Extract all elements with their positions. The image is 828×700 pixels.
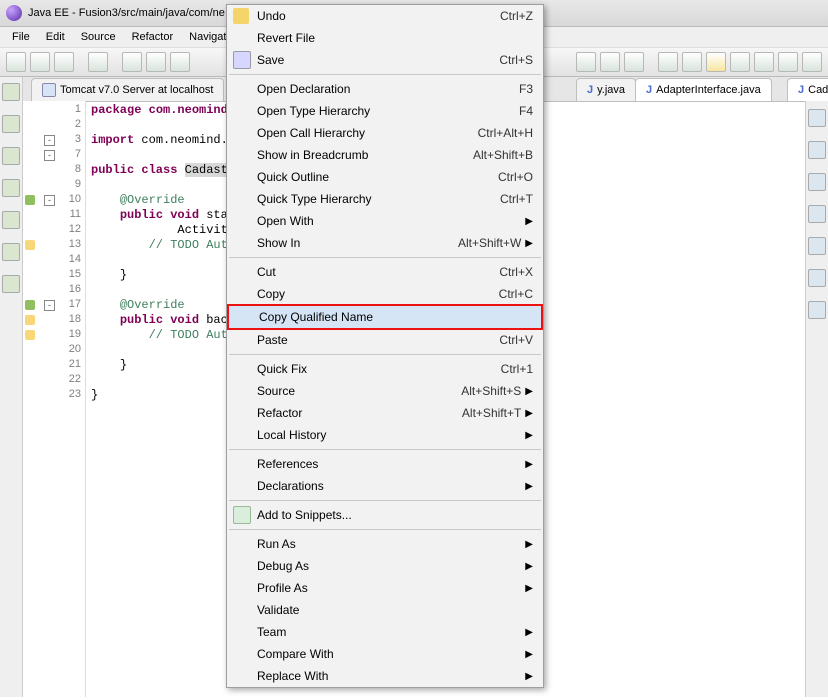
view-console-icon[interactable] — [808, 301, 826, 319]
ctx-save[interactable]: SaveCtrl+S — [227, 49, 543, 71]
ctx-open-call-hierarchy[interactable]: Open Call HierarchyCtrl+Alt+H — [227, 122, 543, 144]
ctx-undo[interactable]: UndoCtrl+Z — [227, 5, 543, 27]
submenu-arrow-icon: ▶ — [525, 539, 533, 550]
gutter: 1237891011121314151617181920212223---- — [23, 101, 86, 697]
java-file-icon: J — [587, 84, 593, 96]
menu-edit[interactable]: Edit — [38, 29, 73, 45]
server-icon — [42, 83, 56, 97]
submenu-arrow-icon: ▶ — [525, 386, 533, 397]
java-file-icon: J — [798, 84, 804, 96]
ctx-open-type-hierarchy[interactable]: Open Type HierarchyF4 — [227, 100, 543, 122]
code-line-1: package com.neomind.f — [91, 103, 242, 117]
ctx-cut[interactable]: CutCtrl+X — [227, 261, 543, 283]
view-palette-icon[interactable] — [808, 173, 826, 191]
submenu-arrow-icon: ▶ — [525, 408, 533, 419]
toolbar-newserver-icon[interactable] — [576, 52, 596, 72]
ctx-show-breadcrumb[interactable]: Show in BreadcrumbAlt+Shift+B — [227, 144, 543, 166]
view-outline2-icon[interactable] — [808, 109, 826, 127]
ctx-validate[interactable]: Validate — [227, 599, 543, 621]
ctx-paste[interactable]: PasteCtrl+V — [227, 329, 543, 351]
toolbar-runext-icon[interactable] — [170, 52, 190, 72]
view-progress-icon[interactable] — [808, 269, 826, 287]
menu-refactor[interactable]: Refactor — [124, 29, 182, 45]
left-view-rail — [0, 77, 23, 697]
submenu-arrow-icon: ▶ — [525, 459, 533, 470]
ctx-copy[interactable]: CopyCtrl+C — [227, 283, 543, 305]
view-tasklist-icon[interactable] — [808, 141, 826, 159]
ctx-refactor[interactable]: RefactorAlt+Shift+T▶ — [227, 402, 543, 424]
right-view-rail — [805, 101, 828, 697]
tab-cadastra[interactable]: JCadastra — [787, 78, 828, 101]
ctx-local-history[interactable]: Local History▶ — [227, 424, 543, 446]
ctx-profile-as[interactable]: Profile As▶ — [227, 577, 543, 599]
tab-server[interactable]: Tomcat v7.0 Server at localhost — [31, 78, 224, 101]
view-project-icon[interactable] — [2, 83, 20, 101]
toolbar-type-icon[interactable] — [624, 52, 644, 72]
view-snippets-icon[interactable] — [2, 243, 20, 261]
submenu-arrow-icon: ▶ — [525, 216, 533, 227]
toolbar-annotation-icon[interactable] — [682, 52, 702, 72]
java-file-icon: J — [646, 84, 652, 96]
menu-file[interactable]: File — [4, 29, 38, 45]
ctx-copy-qualified-name[interactable]: Copy Qualified Name — [229, 306, 541, 328]
ctx-replace-with[interactable]: Replace With▶ — [227, 665, 543, 687]
toolbar-save-icon[interactable] — [30, 52, 50, 72]
ctx-quick-outline[interactable]: Quick OutlineCtrl+O — [227, 166, 543, 188]
context-menu: UndoCtrl+Z Revert File SaveCtrl+S Open D… — [226, 4, 544, 688]
toolbar-outline-icon[interactable] — [754, 52, 774, 72]
ctx-declarations[interactable]: Declarations▶ — [227, 475, 543, 497]
ctx-open-declaration[interactable]: Open DeclarationF3 — [227, 78, 543, 100]
toolbar-task-icon[interactable] — [730, 52, 750, 72]
toolbar-build-icon[interactable] — [88, 52, 108, 72]
ctx-revert-file[interactable]: Revert File — [227, 27, 543, 49]
undo-icon — [233, 8, 249, 24]
tab-yjava[interactable]: Jy.java — [576, 78, 636, 101]
save-icon — [233, 51, 251, 69]
toolbar-marker-icon[interactable] — [706, 52, 726, 72]
view-navigator-icon[interactable] — [2, 115, 20, 133]
toolbar-link-icon[interactable] — [802, 52, 822, 72]
ctx-show-in[interactable]: Show InAlt+Shift+W▶ — [227, 232, 543, 254]
toolbar-debug-icon[interactable] — [122, 52, 142, 72]
submenu-arrow-icon: ▶ — [525, 430, 533, 441]
toolbar-pin-icon[interactable] — [778, 52, 798, 72]
view-map-icon[interactable] — [808, 205, 826, 223]
snippet-icon — [233, 506, 251, 524]
ctx-open-with[interactable]: Open With▶ — [227, 210, 543, 232]
menu-source[interactable]: Source — [73, 29, 124, 45]
ctx-source[interactable]: SourceAlt+Shift+S▶ — [227, 380, 543, 402]
view-datasource-icon[interactable] — [2, 211, 20, 229]
toolbar-new-icon[interactable] — [6, 52, 26, 72]
eclipse-icon — [6, 5, 22, 21]
view-tasks-icon[interactable] — [2, 275, 20, 293]
toolbar-run-icon[interactable] — [146, 52, 166, 72]
view-help-icon[interactable] — [808, 237, 826, 255]
ctx-debug-as[interactable]: Debug As▶ — [227, 555, 543, 577]
submenu-arrow-icon: ▶ — [525, 583, 533, 594]
submenu-arrow-icon: ▶ — [525, 649, 533, 660]
submenu-arrow-icon: ▶ — [525, 238, 533, 249]
ctx-quick-fix[interactable]: Quick FixCtrl+1 — [227, 358, 543, 380]
tab-adapter[interactable]: JAdapterInterface.java — [635, 78, 772, 101]
ctx-compare-with[interactable]: Compare With▶ — [227, 643, 543, 665]
view-outline-icon[interactable] — [2, 147, 20, 165]
ctx-team[interactable]: Team▶ — [227, 621, 543, 643]
view-servers-icon[interactable] — [2, 179, 20, 197]
ctx-add-snippets[interactable]: Add to Snippets... — [227, 504, 543, 526]
submenu-arrow-icon: ▶ — [525, 671, 533, 682]
ctx-quick-type-hierarchy[interactable]: Quick Type HierarchyCtrl+T — [227, 188, 543, 210]
submenu-arrow-icon: ▶ — [525, 627, 533, 638]
toolbar-saveall-icon[interactable] — [54, 52, 74, 72]
toolbar-package-icon[interactable] — [600, 52, 620, 72]
ctx-run-as[interactable]: Run As▶ — [227, 533, 543, 555]
toolbar-search-icon[interactable] — [658, 52, 678, 72]
submenu-arrow-icon: ▶ — [525, 561, 533, 572]
submenu-arrow-icon: ▶ — [525, 481, 533, 492]
ctx-references[interactable]: References▶ — [227, 453, 543, 475]
